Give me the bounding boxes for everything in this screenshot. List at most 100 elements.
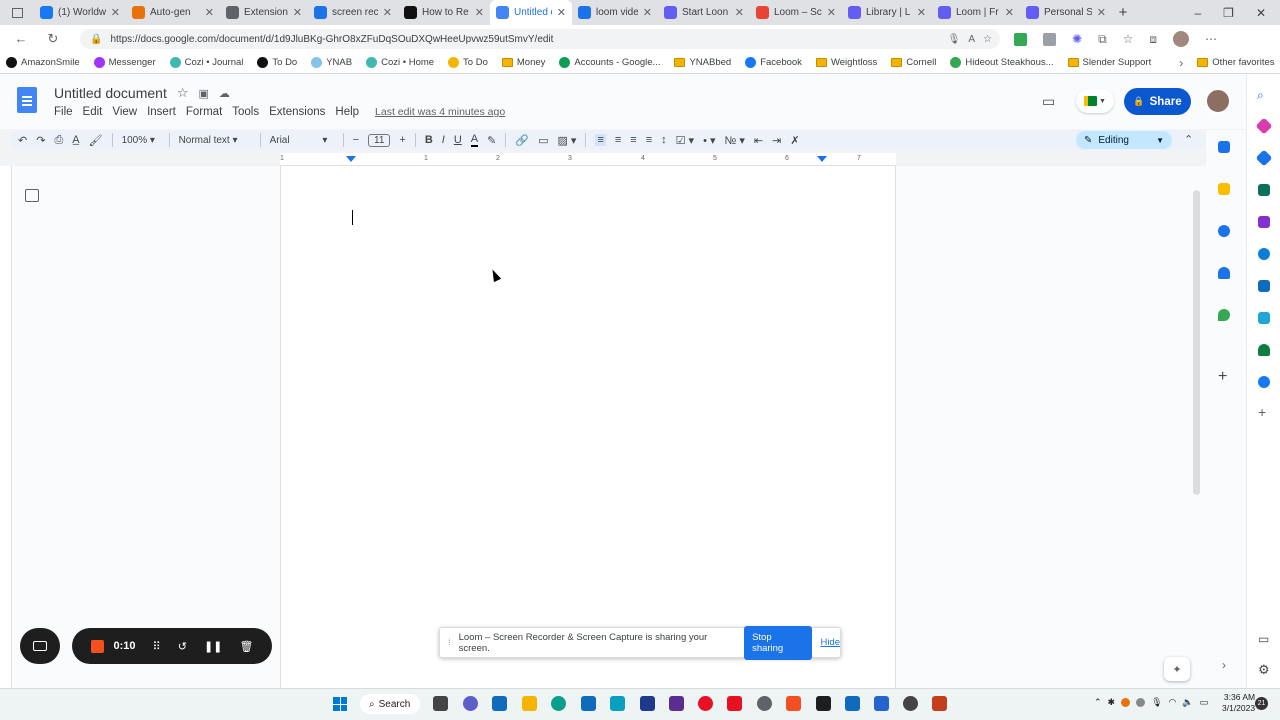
menu-edit[interactable]: Edit <box>83 106 103 118</box>
extension-gray-icon[interactable] <box>1043 32 1056 46</box>
menu-insert[interactable]: Insert <box>147 106 176 118</box>
bookmark-item[interactable]: To Do <box>448 57 488 68</box>
loom-camera-button[interactable] <box>20 628 60 664</box>
tab-4[interactable]: How to Re ✕ <box>398 0 490 25</box>
share-button[interactable]: 🔒 Share <box>1124 88 1191 115</box>
facebook-icon[interactable] <box>1258 376 1270 388</box>
insert-image-icon[interactable]: ▨ ▾ <box>557 134 576 147</box>
bookmark-item[interactable]: Weightloss <box>815 57 877 68</box>
close-tab-icon[interactable]: ✕ <box>475 6 484 19</box>
outlook-icon[interactable] <box>1258 280 1270 292</box>
settings-gear-icon[interactable]: ⚙ <box>1258 662 1270 678</box>
decrease-font-size-icon[interactable]: − <box>353 134 359 146</box>
powerpoint-icon[interactable] <box>932 696 947 711</box>
store-icon[interactable] <box>492 696 507 711</box>
settings-icon[interactable] <box>757 696 772 711</box>
task-view-icon[interactable] <box>433 696 448 711</box>
more-menu-icon[interactable]: ⋯ <box>1205 32 1217 46</box>
close-tab-icon[interactable]: ✕ <box>205 6 214 19</box>
bookmark-other-favorites[interactable]: Other favorites <box>1197 57 1275 68</box>
right-indent-marker[interactable] <box>817 156 827 162</box>
video-icon[interactable] <box>727 696 742 711</box>
volume-icon[interactable]: 🔈 <box>1182 697 1193 708</box>
document-title[interactable]: Untitled document <box>54 85 167 101</box>
clock[interactable]: 3:36 AM 3/1/2023 <box>1222 692 1255 714</box>
tray-app-icon[interactable] <box>1136 698 1146 707</box>
mic-icon[interactable]: 🎙 <box>948 34 961 45</box>
close-tab-icon[interactable]: ✕ <box>383 6 392 19</box>
refresh-icon[interactable]: ↻ <box>42 31 64 47</box>
document-page[interactable] <box>280 166 896 688</box>
keep-icon[interactable] <box>1218 183 1230 195</box>
todo-icon[interactable] <box>874 696 889 711</box>
tools-icon[interactable] <box>1258 184 1270 196</box>
tab-7[interactable]: Start Loon ✕ <box>658 0 750 25</box>
bookmark-item[interactable]: AmazonSmile <box>6 57 80 68</box>
tab-0[interactable]: (1) Worldw ✕ <box>34 0 126 25</box>
profile-avatar[interactable] <box>1173 31 1190 47</box>
wifi-icon[interactable]: ◠ <box>1169 697 1177 708</box>
edge-browser-icon[interactable] <box>551 696 566 711</box>
restart-icon[interactable]: ↺ <box>178 640 187 653</box>
back-icon[interactable]: ← <box>10 31 32 46</box>
left-indent-marker[interactable] <box>346 156 356 162</box>
app-icon[interactable] <box>903 696 918 711</box>
hide-link[interactable]: Hide <box>820 637 840 648</box>
last-edit-link[interactable]: Last edit was 4 minutes ago <box>375 106 505 118</box>
editing-mode-select[interactable]: ✎ Editing ▼ <box>1076 131 1172 149</box>
start-button[interactable] <box>333 697 347 711</box>
new-tab-button[interactable]: + <box>1112 0 1134 25</box>
menu-view[interactable]: View <box>112 106 137 118</box>
text-color-icon[interactable]: A <box>470 133 479 147</box>
increase-font-size-icon[interactable]: + <box>399 134 405 146</box>
checklist-icon[interactable]: ☑ ▾ <box>676 134 694 147</box>
zoom-select[interactable]: 100% ▾ <box>122 135 160 146</box>
collections-icon[interactable]: ⧈ <box>1149 32 1157 47</box>
bookmark-item[interactable]: Money <box>501 57 545 68</box>
pause-icon[interactable]: ❚❚ <box>204 640 222 653</box>
stop-sharing-button[interactable]: Stop sharing <box>744 625 813 660</box>
tab-1[interactable]: Auto-gen ✕ <box>126 0 220 25</box>
tab-actions-button[interactable] <box>0 0 34 25</box>
search-icon[interactable]: ⌕ <box>1257 88 1264 103</box>
bookmark-item[interactable]: Cornell <box>891 57 936 68</box>
bookmark-item[interactable]: Hideout Steakhous... <box>950 57 1054 68</box>
tab-11[interactable]: Personal S ✕ <box>1020 0 1112 25</box>
increase-indent-icon[interactable]: ⇥ <box>772 134 781 147</box>
close-tab-icon[interactable]: ✕ <box>111 6 120 19</box>
close-tab-icon[interactable]: ✕ <box>643 6 652 19</box>
mail-icon[interactable] <box>581 696 596 711</box>
games-icon[interactable] <box>1258 216 1270 228</box>
align-left-icon[interactable]: ≡ <box>595 134 606 146</box>
bookmark-item[interactable]: Accounts - Google... <box>559 57 660 68</box>
bookmark-item[interactable]: Cozi • Journal <box>169 57 243 68</box>
redo-icon[interactable]: ↷ <box>36 134 45 147</box>
expand-panel-chevron-icon[interactable]: › <box>1222 658 1226 672</box>
taskbar-search[interactable]: ⌕ Search <box>360 694 420 714</box>
numbered-list-icon[interactable]: № ▾ <box>725 134 745 147</box>
bookmark-item[interactable]: Cozi • Home <box>366 57 434 68</box>
cloud-status-icon[interactable]: ☁ <box>219 87 230 100</box>
italic-icon[interactable]: I <box>442 134 445 146</box>
hide-menus-chevron-icon[interactable]: ⌃ <box>1184 133 1193 146</box>
document-scrollbar[interactable] <box>1193 190 1200 495</box>
insert-link-icon[interactable]: 🔗 <box>515 134 529 147</box>
close-tab-icon[interactable]: ✕ <box>735 6 744 19</box>
minimize-icon[interactable]: – <box>1194 6 1201 20</box>
vertical-ruler[interactable] <box>0 166 12 688</box>
menu-file[interactable]: File <box>54 106 73 118</box>
align-center-icon[interactable]: ≡ <box>615 134 621 146</box>
app-icon[interactable] <box>816 696 831 711</box>
align-right-icon[interactable]: ≡ <box>630 134 636 146</box>
maximize-icon[interactable]: ❐ <box>1223 6 1234 20</box>
star-icon[interactable]: ☆ <box>177 85 189 101</box>
tag-icon[interactable] <box>1255 149 1273 167</box>
maps-icon[interactable] <box>1218 309 1230 321</box>
bluetooth-icon[interactable]: ✱ <box>1108 697 1116 708</box>
read-aloud-icon[interactable]: A <box>968 34 975 45</box>
bookmark-item[interactable]: Facebook <box>745 57 802 68</box>
add-sidebar-plus-icon[interactable]: + <box>1258 404 1266 420</box>
paragraph-style-select[interactable]: Normal text ▾ <box>179 135 251 146</box>
grip-icon[interactable]: ⁞ <box>448 637 451 648</box>
print-icon[interactable]: ⎙ <box>54 134 63 147</box>
